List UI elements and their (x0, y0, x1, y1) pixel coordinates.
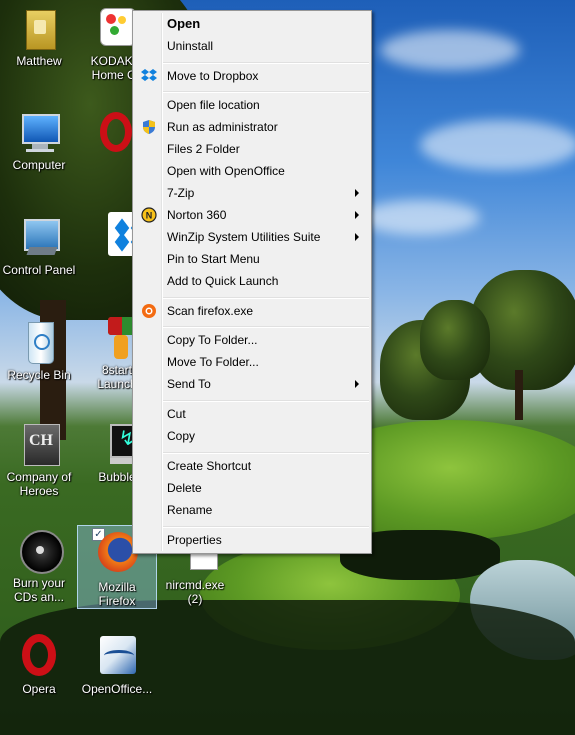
menu-separator (163, 91, 369, 93)
desktop-icon-control-panel[interactable]: Control Panel (0, 215, 78, 277)
svg-text:N: N (146, 211, 153, 221)
menu-item-open-with-openoffice[interactable]: Open with OpenOffice (135, 160, 369, 182)
icon-label: Mozilla Firefox (98, 580, 136, 608)
control-panel-icon (16, 215, 62, 261)
icon-label: OpenOffice... (81, 682, 153, 696)
submenu-arrow-icon (355, 380, 359, 388)
icon-label: Matthew (16, 54, 62, 68)
desktop-icon-burn-cds[interactable]: Burn your CDs an... (0, 528, 78, 604)
dropbox-icon (141, 68, 157, 84)
icon-label: Opera (22, 682, 56, 696)
menu-item-files-2-folder[interactable]: Files 2 Folder (135, 138, 369, 160)
norton-icon: N (141, 207, 157, 223)
menu-item-add-to-quick-launch[interactable]: Add to Quick Launch (135, 270, 369, 292)
menu-separator (163, 400, 369, 402)
menu-item-copy-to-folder[interactable]: Copy To Folder... (135, 329, 369, 351)
menu-item-create-shortcut[interactable]: Create Shortcut (135, 455, 369, 477)
openoffice-icon (94, 634, 140, 680)
menu-item-scan-firefox[interactable]: Scan firefox.exe (135, 300, 369, 322)
avast-icon (141, 303, 157, 319)
desktop-icon-company-of-heroes[interactable]: CH Company of Heroes (0, 422, 78, 498)
recycle-bin-icon (16, 320, 62, 366)
submenu-arrow-icon (355, 233, 359, 241)
menu-item-copy[interactable]: Copy (135, 425, 369, 447)
computer-icon (16, 110, 62, 156)
desktop-icon-opera[interactable]: Opera (0, 634, 78, 696)
menu-item-norton-360[interactable]: N Norton 360 (135, 204, 369, 226)
icon-label: Control Panel (2, 263, 76, 277)
icon-label: Recycle Bin (7, 368, 71, 382)
menu-item-7-zip[interactable]: 7-Zip (135, 182, 369, 204)
icon-label: Company of Heroes (6, 470, 72, 498)
menu-item-open[interactable]: Open (135, 13, 369, 35)
menu-item-properties[interactable]: Properties (135, 529, 369, 551)
submenu-arrow-icon (355, 211, 359, 219)
menu-item-send-to[interactable]: Send To (135, 373, 369, 395)
uac-shield-icon (141, 119, 157, 135)
desktop-icon-computer[interactable]: Computer (0, 110, 78, 172)
icon-label: nircmd.exe (2) (165, 578, 225, 606)
menu-separator (163, 297, 369, 299)
menu-item-winzip-system-utilities-suite[interactable]: WinZip System Utilities Suite (135, 226, 369, 248)
company-of-heroes-icon: CH (16, 422, 62, 468)
menu-separator (163, 452, 369, 454)
icon-label: Burn your CDs an... (12, 576, 66, 604)
user-folder-icon (16, 6, 62, 52)
icon-label: Computer (12, 158, 66, 172)
desktop-icon-openoffice[interactable]: OpenOffice... (78, 634, 156, 696)
desktop-icon-recycle-bin[interactable]: Recycle Bin (0, 320, 78, 382)
menu-item-cut[interactable]: Cut (135, 403, 369, 425)
menu-separator (163, 526, 369, 528)
menu-item-move-to-dropbox[interactable]: Move to Dropbox (135, 65, 369, 87)
submenu-arrow-icon (355, 189, 359, 197)
context-menu: Open Uninstall Move to Dropbox Open file… (132, 10, 372, 554)
menu-item-uninstall[interactable]: Uninstall (135, 35, 369, 57)
opera-icon (16, 634, 62, 680)
menu-item-move-to-folder[interactable]: Move To Folder... (135, 351, 369, 373)
menu-item-pin-to-start-menu[interactable]: Pin to Start Menu (135, 248, 369, 270)
cd-burner-icon (16, 528, 64, 574)
menu-separator (163, 326, 369, 328)
menu-separator (163, 62, 369, 64)
menu-item-run-as-administrator[interactable]: Run as administrator (135, 116, 369, 138)
desktop-icon-matthew[interactable]: Matthew (0, 6, 78, 68)
menu-item-delete[interactable]: Delete (135, 477, 369, 499)
menu-item-open-file-location[interactable]: Open file location (135, 94, 369, 116)
menu-item-rename[interactable]: Rename (135, 499, 369, 521)
